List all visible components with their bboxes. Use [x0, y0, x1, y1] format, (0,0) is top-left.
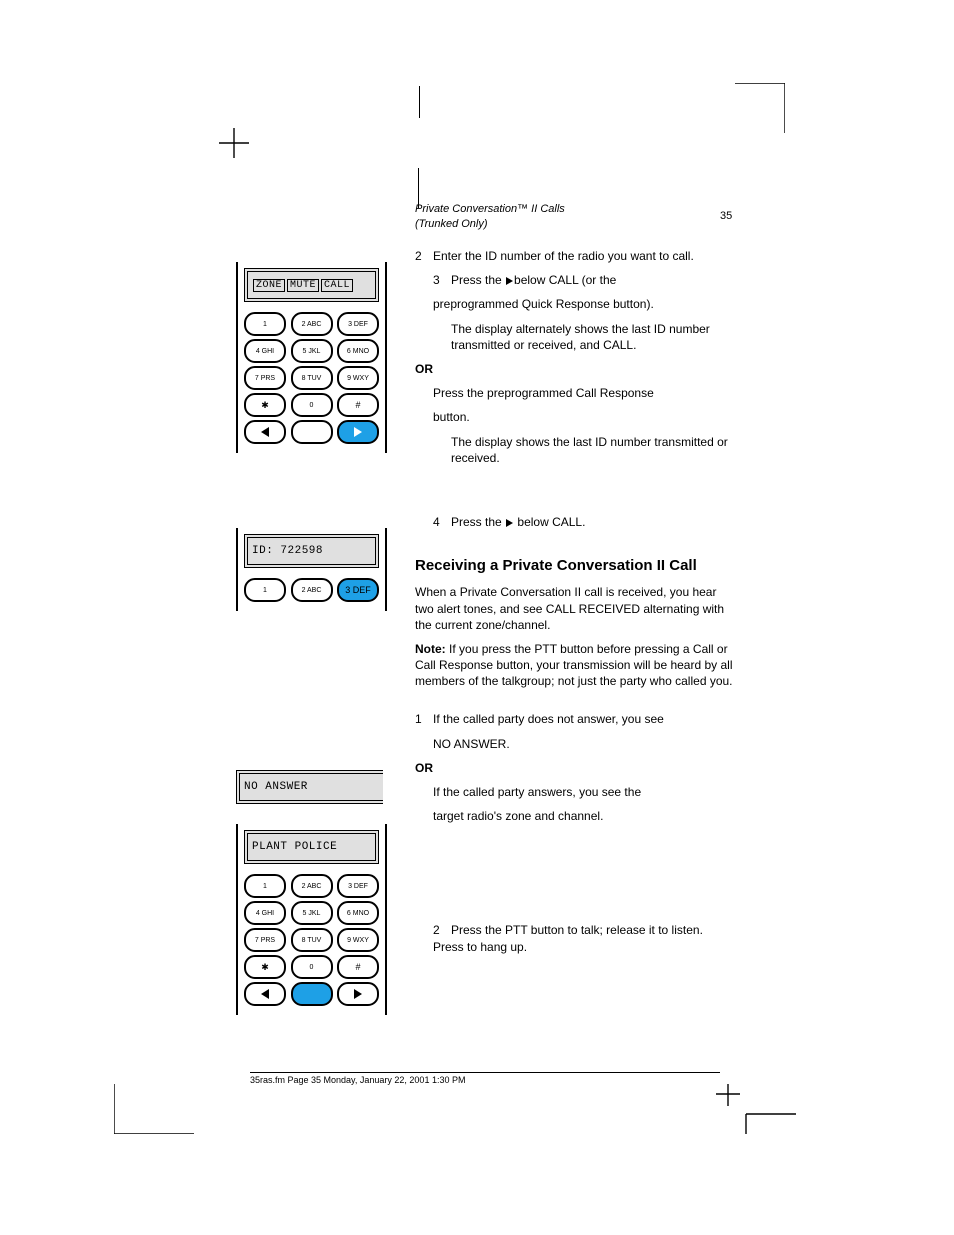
- key-right-c[interactable]: [337, 982, 379, 1006]
- page-number: 35: [720, 210, 732, 222]
- key-home[interactable]: [291, 420, 333, 444]
- step2: 2Enter the ID number of the radio you wa…: [415, 248, 735, 264]
- recv-intro: When a Private Conversation II call is r…: [415, 584, 735, 633]
- key-hash[interactable]: #: [337, 393, 379, 417]
- lcd-2: ID: 722598: [244, 534, 379, 568]
- key-3b-highlighted[interactable]: 3 DEF: [337, 578, 379, 602]
- recv-step1b: NO ANSWER.: [415, 736, 735, 752]
- or-label-1: OR: [415, 361, 735, 377]
- lcd2-text: ID: 722598: [252, 545, 323, 557]
- page: Private Conversation™ II Calls (Trunked …: [0, 0, 954, 1235]
- left-triangle-icon: [261, 427, 269, 437]
- key-8c[interactable]: 8 TUV: [291, 928, 333, 952]
- key-7c[interactable]: 7 PRS: [244, 928, 286, 952]
- lcd-noanswer-text: NO ANSWER: [244, 781, 308, 793]
- lcd1-softkey-call: CALL: [321, 279, 353, 292]
- key-star[interactable]: ✱: [244, 393, 286, 417]
- right-arrow-icon: [506, 519, 513, 527]
- right-triangle-icon: [354, 427, 362, 437]
- recv-step1a: 1If the called party does not answer, yo…: [415, 711, 735, 727]
- section-heading: Receiving a Private Conversation II Call: [415, 556, 735, 576]
- recv-step1c: If the called party answers, you see the: [415, 784, 735, 800]
- right-triangle-icon: [354, 989, 362, 999]
- key-1[interactable]: 1: [244, 312, 286, 336]
- key-5[interactable]: 5 JKL: [291, 339, 333, 363]
- key-star-c[interactable]: ✱: [244, 955, 286, 979]
- key-right-highlighted[interactable]: [337, 420, 379, 444]
- key-hash-c[interactable]: #: [337, 955, 379, 979]
- key-2c[interactable]: 2 ABC: [291, 874, 333, 898]
- key-2[interactable]: 2 ABC: [291, 312, 333, 336]
- key-4[interactable]: 4 GHI: [244, 339, 286, 363]
- lcd-no-answer: NO ANSWER: [236, 770, 383, 804]
- cropmark-top-left-plus: [219, 128, 249, 158]
- key-9[interactable]: 9 WXY: [337, 366, 379, 390]
- key-6[interactable]: 6 MNO: [337, 339, 379, 363]
- key-8[interactable]: 8 TUV: [291, 366, 333, 390]
- or-label-2: OR: [415, 760, 735, 776]
- right-arrow-icon: [506, 277, 513, 285]
- lcd1-softkey-mute: MUTE: [287, 279, 319, 292]
- step3-sub: The display alternately shows the last I…: [415, 321, 735, 353]
- key-9c[interactable]: 9 WXY: [337, 928, 379, 952]
- key-4c[interactable]: 4 GHI: [244, 901, 286, 925]
- phone-illustration-2: ID: 722598 1 2 ABC 3 DEF: [236, 528, 387, 611]
- cropmark-top-center-tick: [418, 168, 419, 208]
- key-5c[interactable]: 5 JKL: [291, 901, 333, 925]
- step3-cont: preprogrammed Quick Response button).: [415, 296, 735, 312]
- key-1c[interactable]: 1: [244, 874, 286, 898]
- key-2b[interactable]: 2 ABC: [291, 578, 333, 602]
- step3-alt-sub: The display shows the last ID number tra…: [415, 434, 735, 466]
- step4: 4Press the below CALL.: [415, 514, 735, 530]
- key-1b[interactable]: 1: [244, 578, 286, 602]
- phone-illustration-1: ZONE MUTE CALL 1 2 ABC 3 DEF 4 GHI 5 JKL…: [236, 262, 387, 453]
- key-left-c[interactable]: [244, 982, 286, 1006]
- key-home-highlighted[interactable]: [291, 982, 333, 1006]
- step3-intro: 3Press the below CALL (or the: [415, 272, 735, 288]
- running-header-line2: (Trunked Only): [415, 218, 488, 230]
- cropmark-top-right-corner: [735, 83, 785, 133]
- running-header-line1: Private Conversation™ II Calls: [415, 203, 565, 215]
- footer-left: 35ras.fm Page 35 Monday, January 22, 200…: [250, 1075, 465, 1085]
- key-6c[interactable]: 6 MNO: [337, 901, 379, 925]
- recv-step1d: target radio's zone and channel.: [415, 808, 735, 824]
- cropmark-bottom-left-corner: [114, 1084, 194, 1134]
- footer-bar: 35ras.fm Page 35 Monday, January 22, 200…: [250, 1072, 720, 1085]
- key-left[interactable]: [244, 420, 286, 444]
- key-0[interactable]: 0: [291, 393, 333, 417]
- cropmark-top-center-tick-upper: [419, 86, 420, 118]
- key-7[interactable]: 7 PRS: [244, 366, 286, 390]
- recv-step2: 2Press the PTT button to talk; release i…: [415, 922, 735, 954]
- left-triangle-icon: [261, 989, 269, 999]
- body-column: 2Enter the ID number of the radio you wa…: [415, 248, 735, 963]
- recv-note: Note: If you press the PTT button before…: [415, 641, 735, 690]
- lcd-3: PLANT POLICE: [244, 830, 379, 864]
- lcd-1: ZONE MUTE CALL: [244, 268, 379, 302]
- step3-alt-b: button.: [415, 409, 735, 425]
- key-3[interactable]: 3 DEF: [337, 312, 379, 336]
- step3-alt-a: Press the preprogrammed Call Response: [415, 385, 735, 401]
- key-3c[interactable]: 3 DEF: [337, 874, 379, 898]
- phone-illustration-3: PLANT POLICE 1 2 ABC 3 DEF 4 GHI 5 JKL 6…: [236, 824, 387, 1015]
- lcd1-softkey-zone: ZONE: [253, 279, 285, 292]
- lcd3-text: PLANT POLICE: [252, 841, 337, 853]
- cropmark-bottom-right: [716, 1084, 796, 1134]
- key-0c[interactable]: 0: [291, 955, 333, 979]
